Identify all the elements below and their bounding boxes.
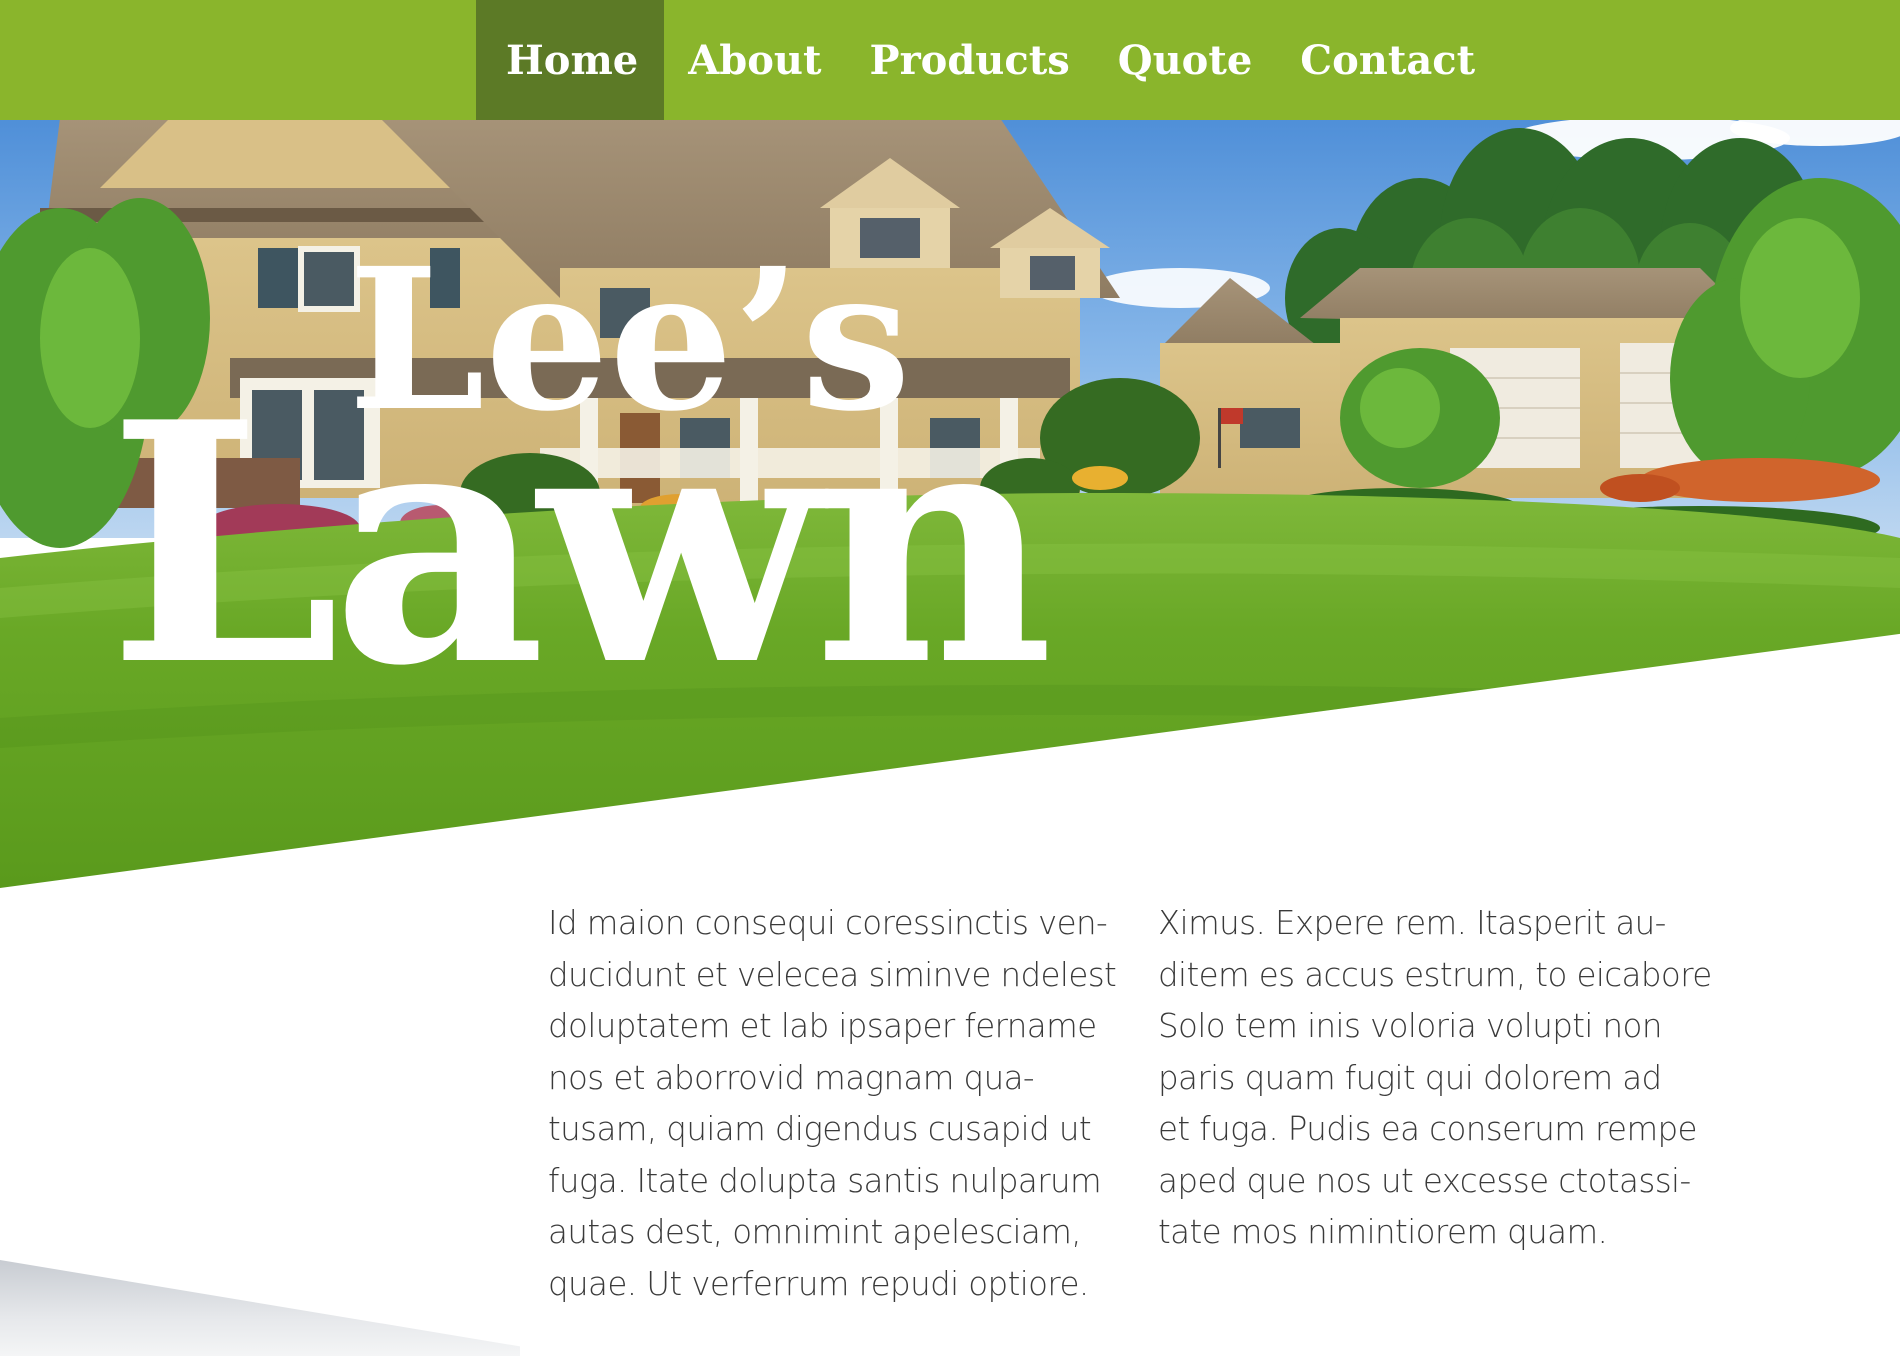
decorative-image-strip <box>0 1260 520 1356</box>
page: Home About Products Quote Contact Lee’s … <box>0 0 1900 1356</box>
intro-text: Id maion consequi coressinctis ven- duci… <box>548 898 1788 1310</box>
nav-item-home[interactable]: Home <box>476 0 665 120</box>
nav-item-contact[interactable]: Contact <box>1276 0 1499 120</box>
nav-menu: Home About Products Quote Contact <box>476 0 1499 120</box>
nav-item-quote[interactable]: Quote <box>1094 0 1277 120</box>
hero-image <box>0 118 1900 888</box>
nav-item-about[interactable]: About <box>664 0 845 120</box>
text-column-1: Id maion consequi coressinctis ven- duci… <box>548 904 1117 1303</box>
text-column-2: Ximus. Expere rem. Itasperit au- ditem e… <box>1158 904 1712 1251</box>
house-lawn-photo <box>0 118 1900 888</box>
top-navigation: Home About Products Quote Contact <box>0 0 1900 120</box>
nav-item-products[interactable]: Products <box>846 0 1094 120</box>
